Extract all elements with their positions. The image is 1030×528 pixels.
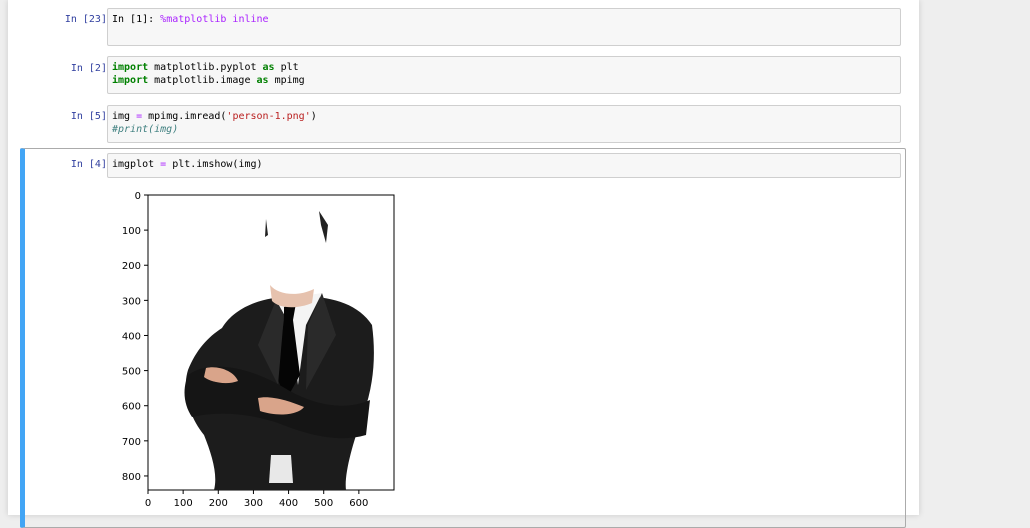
y-tick-label: 300	[122, 296, 141, 307]
code-text: mpimg	[268, 75, 305, 86]
code-text: )	[310, 111, 317, 122]
code-input[interactable]: imgplot = plt.imshow(img)	[107, 153, 901, 178]
cell-prompt: In [4]:	[70, 159, 113, 170]
x-tick-label: 500	[314, 498, 333, 509]
keyword: as	[256, 75, 269, 86]
cell-prompt: In [5]:	[70, 111, 113, 122]
x-tick-label: 400	[279, 498, 298, 509]
string-literal: 'person-1.png'	[226, 111, 311, 122]
y-tick-label: 700	[122, 437, 141, 448]
x-tick-label: 100	[174, 498, 193, 509]
shirt-lower	[269, 455, 293, 483]
cell-prompt: In [2]:	[70, 63, 113, 74]
y-tick-label: 400	[122, 331, 141, 342]
code-text: matplotlib.pyplot	[148, 62, 263, 73]
code-text: mpimg.imread(	[142, 111, 227, 122]
code-text: plt	[274, 62, 299, 73]
x-tick-label: 0	[145, 498, 151, 509]
x-tick-label: 200	[209, 498, 228, 509]
y-tick-label: 200	[122, 261, 141, 272]
cell-prompt: In [23]:	[64, 14, 113, 25]
keyword: import	[112, 75, 149, 86]
keyword: as	[262, 62, 275, 73]
keyword: import	[112, 62, 149, 73]
y-tick-label: 600	[122, 402, 141, 413]
imshow-plot: 0 100 200 300 400 500 600 0 100 200 300 400 500 600 70…	[122, 191, 395, 509]
code-text: matplotlib.image	[148, 75, 257, 86]
code-input[interactable]: img = mpimg.imread('person-1.png') #prin…	[107, 105, 901, 143]
code-comment: #print(img)	[112, 124, 179, 135]
code-input[interactable]: import matplotlib.pyplot as plt import m…	[107, 56, 901, 94]
code-text: In [1]:	[112, 14, 161, 25]
y-tick-label: 500	[122, 367, 141, 378]
y-tick-label: 0	[135, 191, 141, 202]
code-text: imgplot	[112, 159, 161, 170]
magic-command: %matplotlib inline	[160, 14, 269, 25]
x-tick-label: 600	[349, 498, 368, 509]
y-tick-label: 100	[122, 226, 141, 237]
code-input[interactable]: In [1]: %matplotlib inline	[107, 8, 901, 46]
x-tick-label: 300	[244, 498, 263, 509]
code-text: img	[112, 111, 137, 122]
y-tick-label: 800	[122, 472, 141, 483]
plot-output: 0 100 200 300 400 500 600 0 100 200 300 400 500 600 70…	[108, 185, 408, 515]
code-text: plt.imshow(img)	[166, 159, 263, 170]
